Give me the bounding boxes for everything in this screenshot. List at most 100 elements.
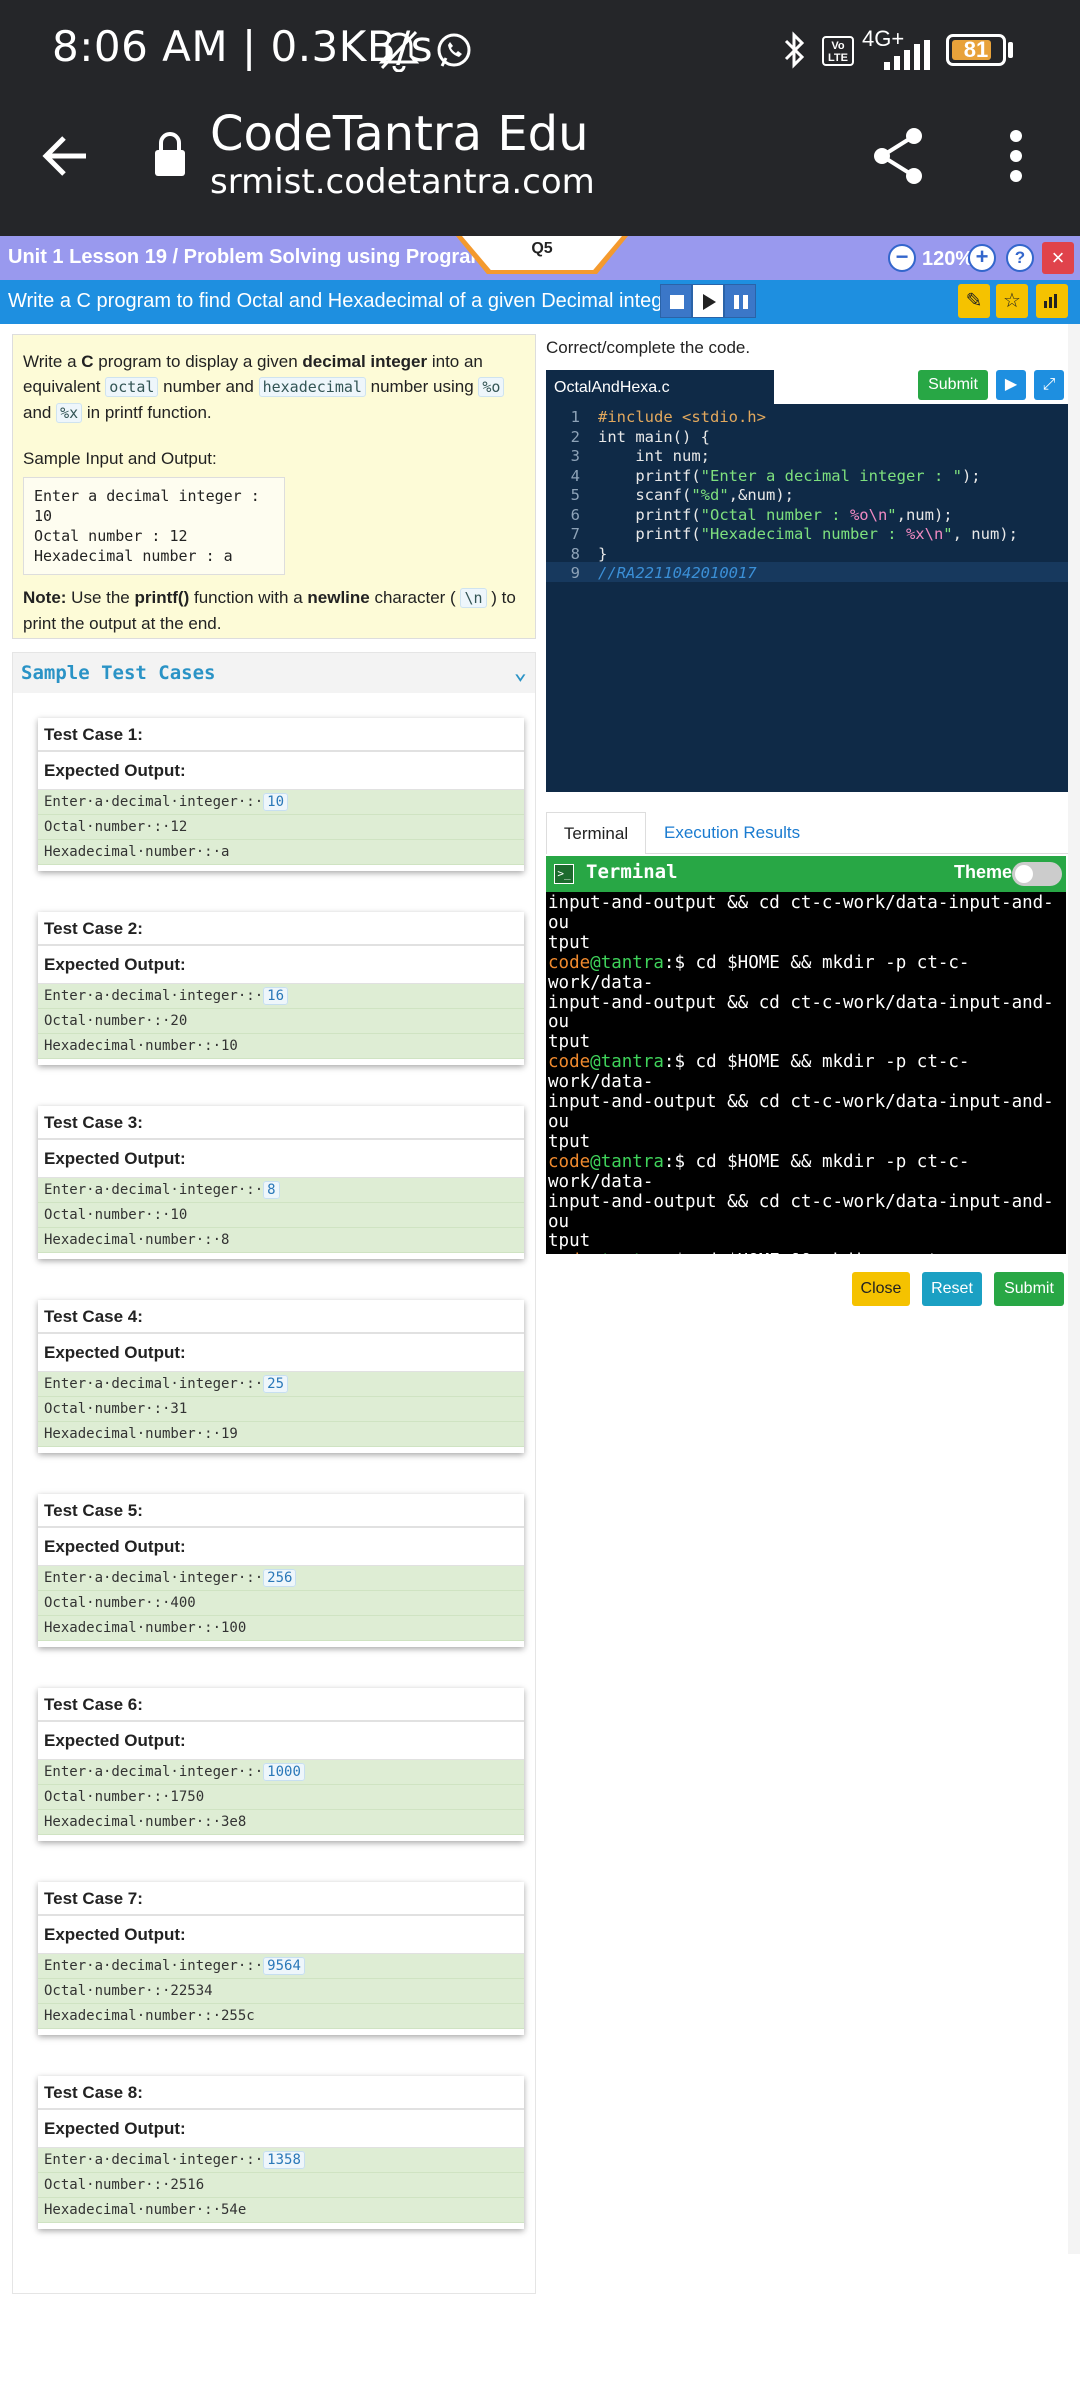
zoom-out-button[interactable]: − (888, 244, 916, 272)
page-scroll-gutter (1068, 324, 1080, 2254)
code-line[interactable]: 2 int main() { (546, 428, 1068, 448)
expected-line: Octal·number·:·2516 (38, 2173, 524, 2198)
submit-button[interactable]: Submit (994, 1272, 1064, 1306)
signal-icon (884, 40, 930, 70)
help-button[interactable]: ? (1006, 244, 1034, 272)
line-number: 2 (570, 427, 580, 446)
terminal-line: input-and-output && cd ct-c-work/data-in… (548, 1092, 1054, 1132)
input-value: 1000 (263, 1763, 305, 1781)
fullscreen-button[interactable]: ⤢ (1034, 370, 1064, 400)
expected-line: Hexadecimal·number·:·19 (38, 1422, 524, 1447)
note-paragraph: Note: Use the printf() function with a n… (23, 588, 516, 633)
expected-line: Hexadecimal·number·:·54e (38, 2198, 524, 2223)
edit-pencil-button[interactable]: ✎ (958, 284, 990, 318)
close-lesson-button[interactable]: × (1042, 242, 1074, 274)
line-number: 7 (570, 525, 580, 543)
test-cases-panel: Sample Test Cases ⌄ (12, 652, 536, 2294)
expected-output-label: Expected Output: (38, 1722, 524, 1760)
terminal-line: input-and-output && cd ct-c-work/data-in… (548, 1191, 1054, 1232)
expected-line: Enter·a·decimal·integer·:· 16 (38, 984, 524, 1009)
terminal-icon: >_ (554, 864, 574, 884)
code-line[interactable]: 9//RA2211042010017 (546, 564, 1068, 584)
expected-line: Enter·a·decimal·integer·:· 25 (38, 1372, 524, 1397)
terminal-line: code@tantra:$ cd $HOME && mkdir -p ct-c-… (548, 952, 970, 993)
test-case-card: Test Case 4: Expected Output: Enter·a·deci… (38, 1300, 524, 1453)
test-case-card: Test Case 6: Expected Output: Enter·a·deci… (38, 1688, 524, 1841)
star-button[interactable]: ☆ (996, 284, 1028, 318)
test-case-card: Test Case 2: Expected Output: Enter·a·deci… (38, 912, 524, 1065)
site-url[interactable]: srmist.codetantra.com (210, 162, 595, 202)
tab-execution-results[interactable]: Execution Results (664, 812, 800, 854)
code-line[interactable]: 1 #include <stdio.h> (546, 408, 1068, 428)
question-tab-label[interactable]: Q5 (462, 240, 622, 258)
share-icon[interactable] (870, 126, 926, 186)
battery-icon: 81 (946, 34, 1006, 66)
code-line[interactable]: 6 printf("Octal number : %o\n",num); (546, 506, 1068, 526)
pause-icon (734, 295, 739, 309)
line-number: 1 (570, 408, 580, 426)
code-line[interactable]: 3 int num; (546, 447, 1068, 467)
sample-heading: Sample Input and Output: (23, 449, 217, 468)
problem-description: Write a C program to display a given dec… (12, 334, 536, 639)
test-case-card: Test Case 3: Expected Output: Enter·a·deci… (38, 1106, 524, 1259)
line-number: 9 (570, 564, 580, 582)
line-number: 6 (570, 505, 580, 524)
expected-line: Enter·a·decimal·integer·:· 256 (38, 1566, 524, 1591)
status-bar: 8:06 AM | 0.3KB/s Vo LTE 4G+ 81 (0, 0, 1080, 100)
expected-line: Octal·number·:·22534 (38, 1979, 524, 2004)
input-value: 25 (263, 1375, 289, 1393)
reset-button[interactable]: Reset (922, 1272, 982, 1306)
code-line[interactable]: 5 scanf("%d",&num); (546, 486, 1068, 506)
stop-icon (670, 295, 684, 309)
expected-output-label: Expected Output: (38, 2110, 524, 2148)
zoom-level: 120% (922, 248, 974, 270)
stop-button[interactable] (660, 284, 692, 318)
tab-terminal[interactable]: Terminal (546, 812, 646, 854)
line-number: 4 (570, 466, 580, 485)
expected-line: Enter·a·decimal·integer·:· 1358 (38, 2148, 524, 2173)
terminal-line: code@tantra:$ cd $HOME && mkdir -p ct-c-… (548, 1251, 1064, 1254)
lock-icon (155, 132, 185, 176)
terminal-output[interactable]: input-and-output && cd ct-c-work/data-in… (546, 892, 1066, 1254)
terminal-line: input-and-output && cd ct-c-work/data-in… (548, 992, 1054, 1033)
chevron-down-icon[interactable]: ⌄ (514, 653, 527, 693)
line-number: 8 (570, 544, 580, 563)
bar-chart-icon (1044, 294, 1057, 308)
file-tab[interactable]: OctalAndHexa.c (546, 370, 774, 406)
back-arrow-icon[interactable] (40, 130, 92, 182)
test-case-title: Test Case 6: (38, 1688, 524, 1722)
zoom-in-button[interactable]: + (968, 244, 996, 272)
theme-toggle-knob[interactable] (1015, 865, 1033, 883)
test-cases-title: Sample Test Cases (21, 662, 216, 684)
octal-chip: octal (105, 377, 159, 397)
newline-chip: \n (460, 588, 487, 608)
submit-code-button[interactable]: Submit (918, 370, 988, 400)
volte-badge: Vo LTE (822, 36, 854, 66)
percent-x-chip: %x (56, 403, 83, 423)
stats-button[interactable] (1036, 284, 1068, 318)
input-value: 10 (263, 793, 289, 811)
sample-line: Enter a decimal integer : 10 (34, 487, 260, 525)
theme-label: Theme (954, 862, 1013, 882)
browser-toolbar: CodeTantra Edu srmist.codetantra.com (0, 100, 1080, 236)
expected-line: Enter·a·decimal·integer·:· 10 (38, 790, 524, 815)
line-number: 5 (570, 486, 580, 504)
play-button[interactable] (692, 284, 724, 318)
code-line[interactable]: 4 printf("Enter a decimal integer : "); (546, 467, 1068, 487)
terminal-line: code@tantra:$ cd $HOME && mkdir -p ct-c-… (548, 1151, 970, 1192)
code-line[interactable]: 8} (546, 545, 1068, 565)
run-button[interactable]: ▶ (996, 370, 1026, 400)
expected-line: Hexadecimal·number·:·a (38, 840, 524, 865)
expected-output-label: Expected Output: (38, 1140, 524, 1178)
code-line[interactable]: 7 printf("Hexadecimal number : %x\n", nu… (546, 525, 1068, 545)
whatsapp-icon (437, 33, 471, 67)
pause-button[interactable] (724, 284, 756, 318)
expected-output-label: Expected Output: (38, 1916, 524, 1954)
close-button[interactable]: Close (852, 1272, 910, 1306)
test-cases-header[interactable]: Sample Test Cases ⌄ (13, 653, 535, 693)
terminal-line: tput (548, 1231, 591, 1252)
input-value: 8 (263, 1181, 280, 1199)
more-options-icon[interactable] (1008, 128, 1024, 184)
sample-line: Hexadecimal number : a (34, 547, 233, 565)
battery-percent: 81 (963, 37, 989, 62)
